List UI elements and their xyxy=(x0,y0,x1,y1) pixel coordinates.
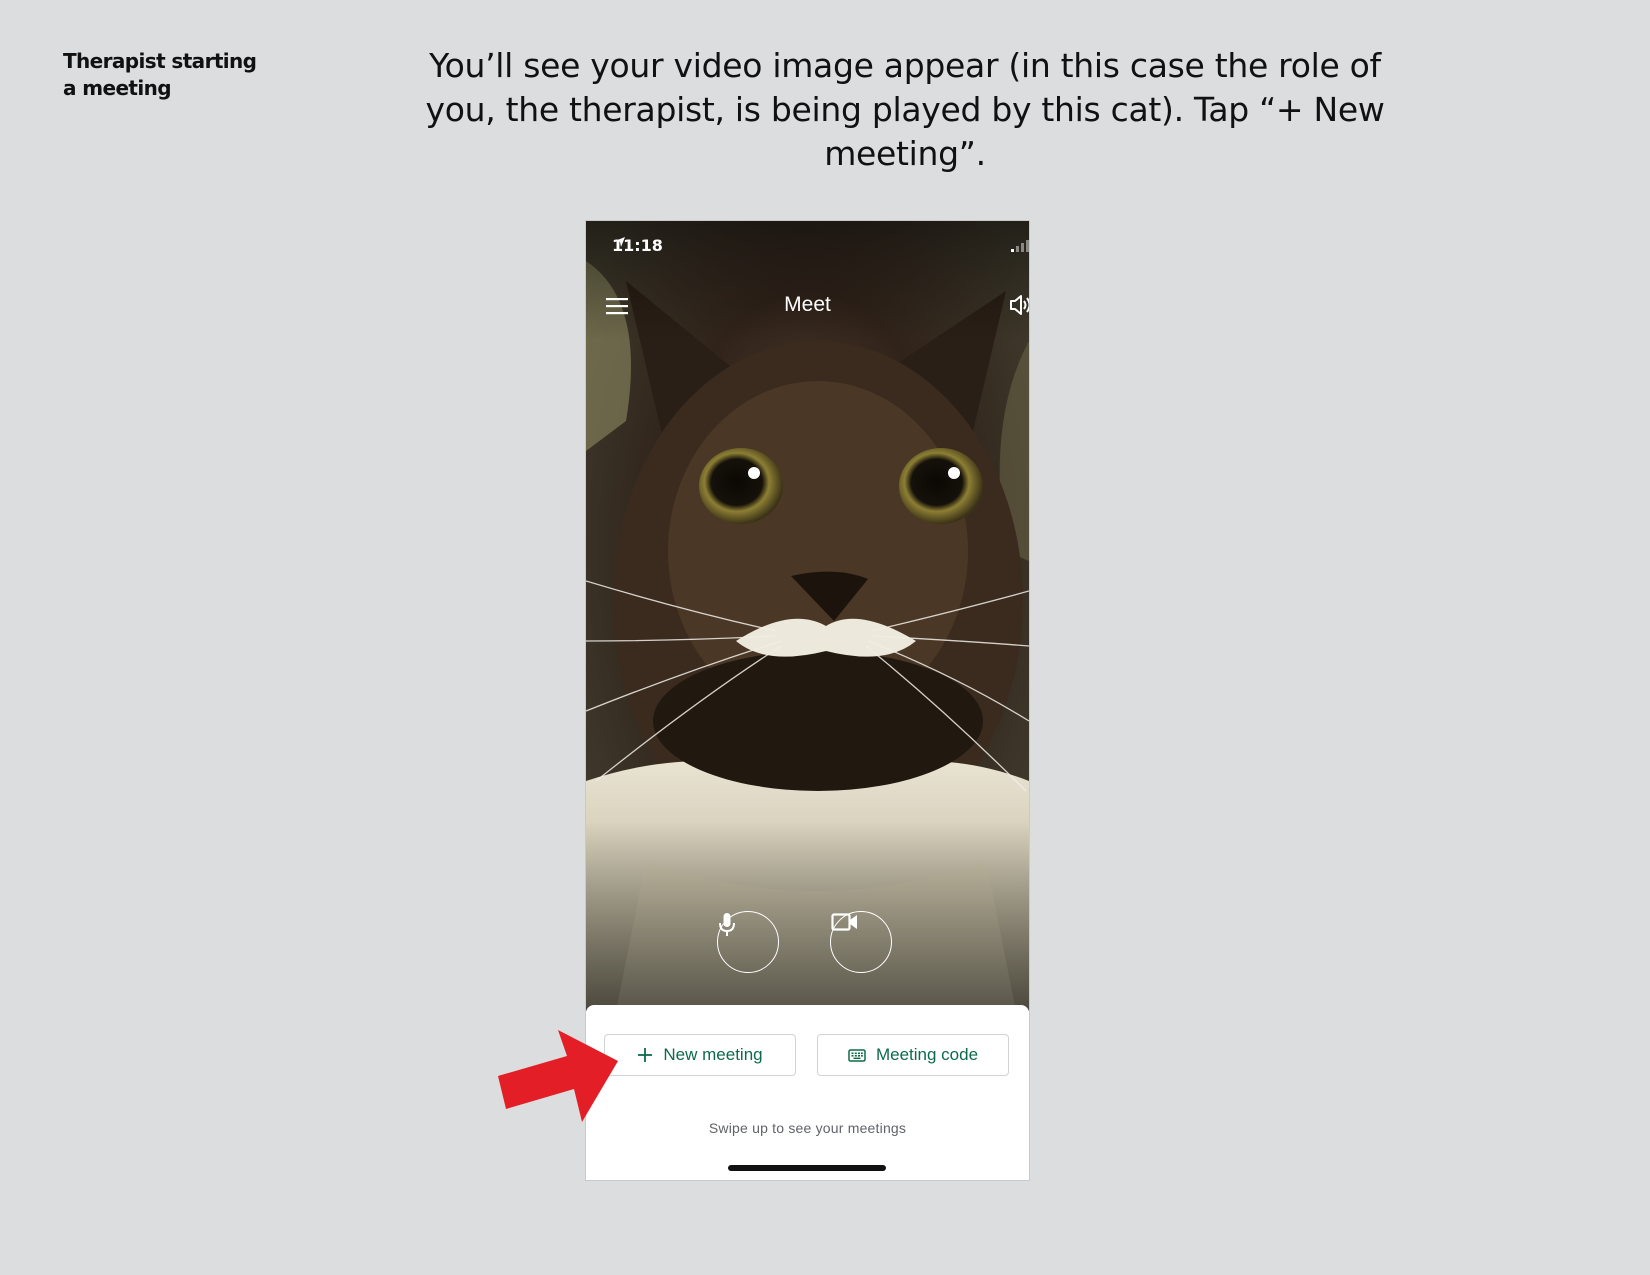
meeting-code-label: Meeting code xyxy=(875,1045,979,1064)
bottom-sheet: New meeting Meeting code Swipe up to see… xyxy=(586,1005,1029,1180)
cellular-signal-icon xyxy=(1011,240,1029,252)
red-pointer-arrow-icon xyxy=(498,1030,618,1122)
microphone-icon xyxy=(719,913,735,936)
microphone-toggle-button[interactable] xyxy=(717,911,779,973)
home-indicator[interactable] xyxy=(728,1165,886,1171)
new-meeting-button[interactable]: New meeting xyxy=(604,1034,796,1076)
keyboard-icon xyxy=(848,1048,866,1062)
tutorial-slide: Therapist starting a meeting You’ll see … xyxy=(0,0,1650,1275)
slide-instruction: You’ll see your video image appear (in t… xyxy=(425,46,1385,173)
slide-side-title: Therapist starting a meeting xyxy=(63,49,257,100)
new-meeting-label: New meeting xyxy=(663,1045,763,1064)
camera-preview: 11:18 Meet xyxy=(586,221,1029,1011)
status-icons xyxy=(1011,240,1029,252)
status-time: 11:18 xyxy=(612,236,663,255)
camera-toggle-button[interactable] xyxy=(830,911,892,973)
app-title: Meet xyxy=(784,293,831,316)
cat-video-image xyxy=(586,221,1029,1011)
location-arrow-icon xyxy=(615,237,625,247)
meeting-code-button[interactable]: Meeting code xyxy=(817,1034,1009,1076)
phone-screenshot: 11:18 Meet New meeting Meeting code Swip… xyxy=(586,221,1029,1180)
video-camera-icon xyxy=(831,913,857,931)
swipe-hint: Swipe up to see your meetings xyxy=(708,1120,907,1136)
plus-icon xyxy=(638,1048,653,1062)
speaker-icon xyxy=(1010,295,1029,315)
